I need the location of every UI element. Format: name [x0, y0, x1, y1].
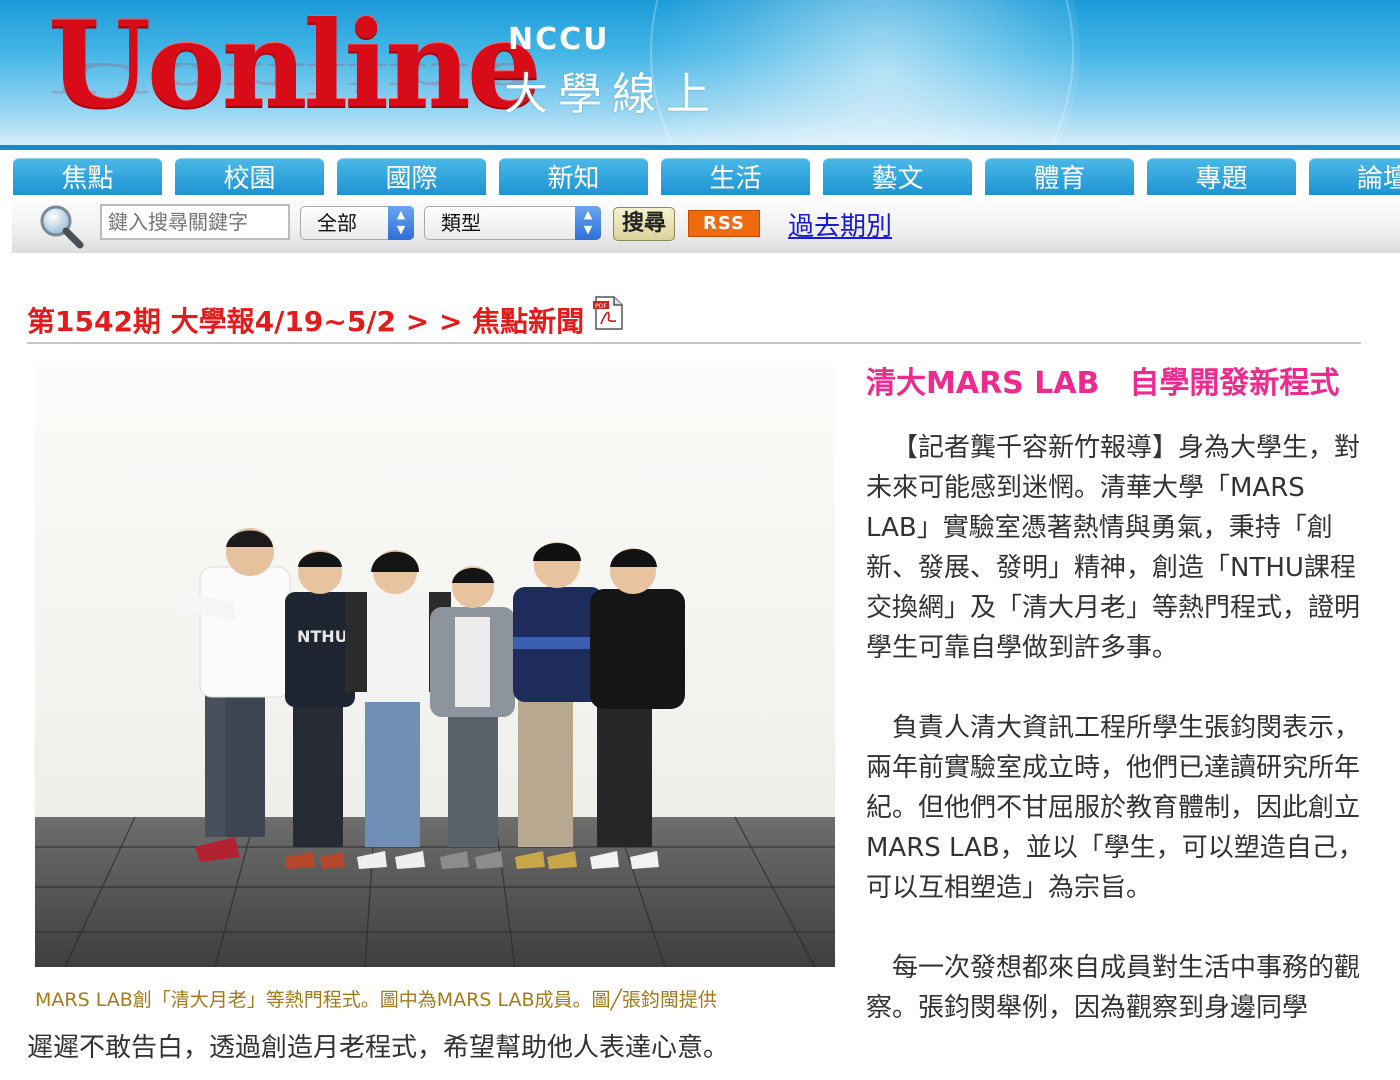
breadcrumb: 第1542期 大學報4/19~5/2 > > 焦點新聞: [27, 305, 585, 338]
article-photo: NTHU: [35, 367, 835, 967]
tab-forum[interactable]: 論壇: [1309, 158, 1400, 195]
type-select-value: 類型: [441, 211, 481, 235]
search-input[interactable]: [100, 204, 290, 240]
tab-features[interactable]: 專題: [1147, 158, 1296, 196]
pdf-icon[interactable]: PDF: [592, 296, 624, 330]
tab-sports[interactable]: 體育: [985, 158, 1134, 196]
header-banner: Uonline Uonline NCCU 大學線上: [0, 0, 1400, 150]
svg-text:NTHU: NTHU: [297, 627, 348, 646]
article-paragraph: 【記者龔千容新竹報導】身為大學生，對未來可能感到迷惘。清華大學「MARS LAB…: [866, 433, 1361, 663]
article-paragraph: 每一次發想都來自成員對生活中事務的觀察。張鈞閔舉例，因為觀察到身邊同學: [866, 953, 1361, 1023]
type-select[interactable]: 類型 ▲ ▼: [424, 206, 601, 240]
past-issues-link[interactable]: 過去期別: [788, 206, 892, 243]
chevron-up-down-icon: ▲ ▼: [388, 206, 414, 240]
breadcrumb-divider: [27, 342, 1361, 344]
article-headline: 清大MARS LAB 自學開發新程式: [866, 366, 1340, 401]
scope-select[interactable]: 全部 ▲ ▼: [300, 206, 414, 240]
site-subtitle: 大學線上: [504, 69, 720, 120]
tab-life[interactable]: 生活: [661, 158, 810, 196]
svg-text:PDF: PDF: [595, 303, 607, 310]
tab-knowledge[interactable]: 新知: [499, 158, 648, 196]
tab-campus[interactable]: 校園: [175, 158, 324, 196]
photo-caption: MARS LAB創「清大月老」等熱門程式。圖中為MARS LAB成員。圖╱張鈞閩…: [35, 989, 717, 1011]
site-logo[interactable]: Uonline: [48, 0, 542, 140]
tab-focus[interactable]: 焦點: [13, 158, 162, 196]
article-paragraph: 負責人清大資訊工程所學生張鈞閔表示，兩年前實驗室成立時，他們已達讀研究所年紀。但…: [866, 713, 1364, 903]
chevron-up-down-icon: ▲ ▼: [575, 206, 601, 240]
rss-button[interactable]: RSS: [688, 210, 760, 237]
search-icon: [40, 205, 84, 249]
school-label: NCCU: [508, 22, 610, 57]
search-button[interactable]: 搜尋: [613, 207, 675, 241]
scope-select-value: 全部: [317, 211, 357, 235]
article-paragraph-continuation: 遲遲不敢告白，透過創造月老程式，希望幫助他人表達心意。: [27, 1033, 730, 1063]
tab-arts[interactable]: 藝文: [823, 158, 972, 196]
tab-international[interactable]: 國際: [337, 158, 486, 196]
main-nav: 焦點 校園 國際 新知 生活 藝文 體育 專題 論壇: [0, 150, 1400, 196]
